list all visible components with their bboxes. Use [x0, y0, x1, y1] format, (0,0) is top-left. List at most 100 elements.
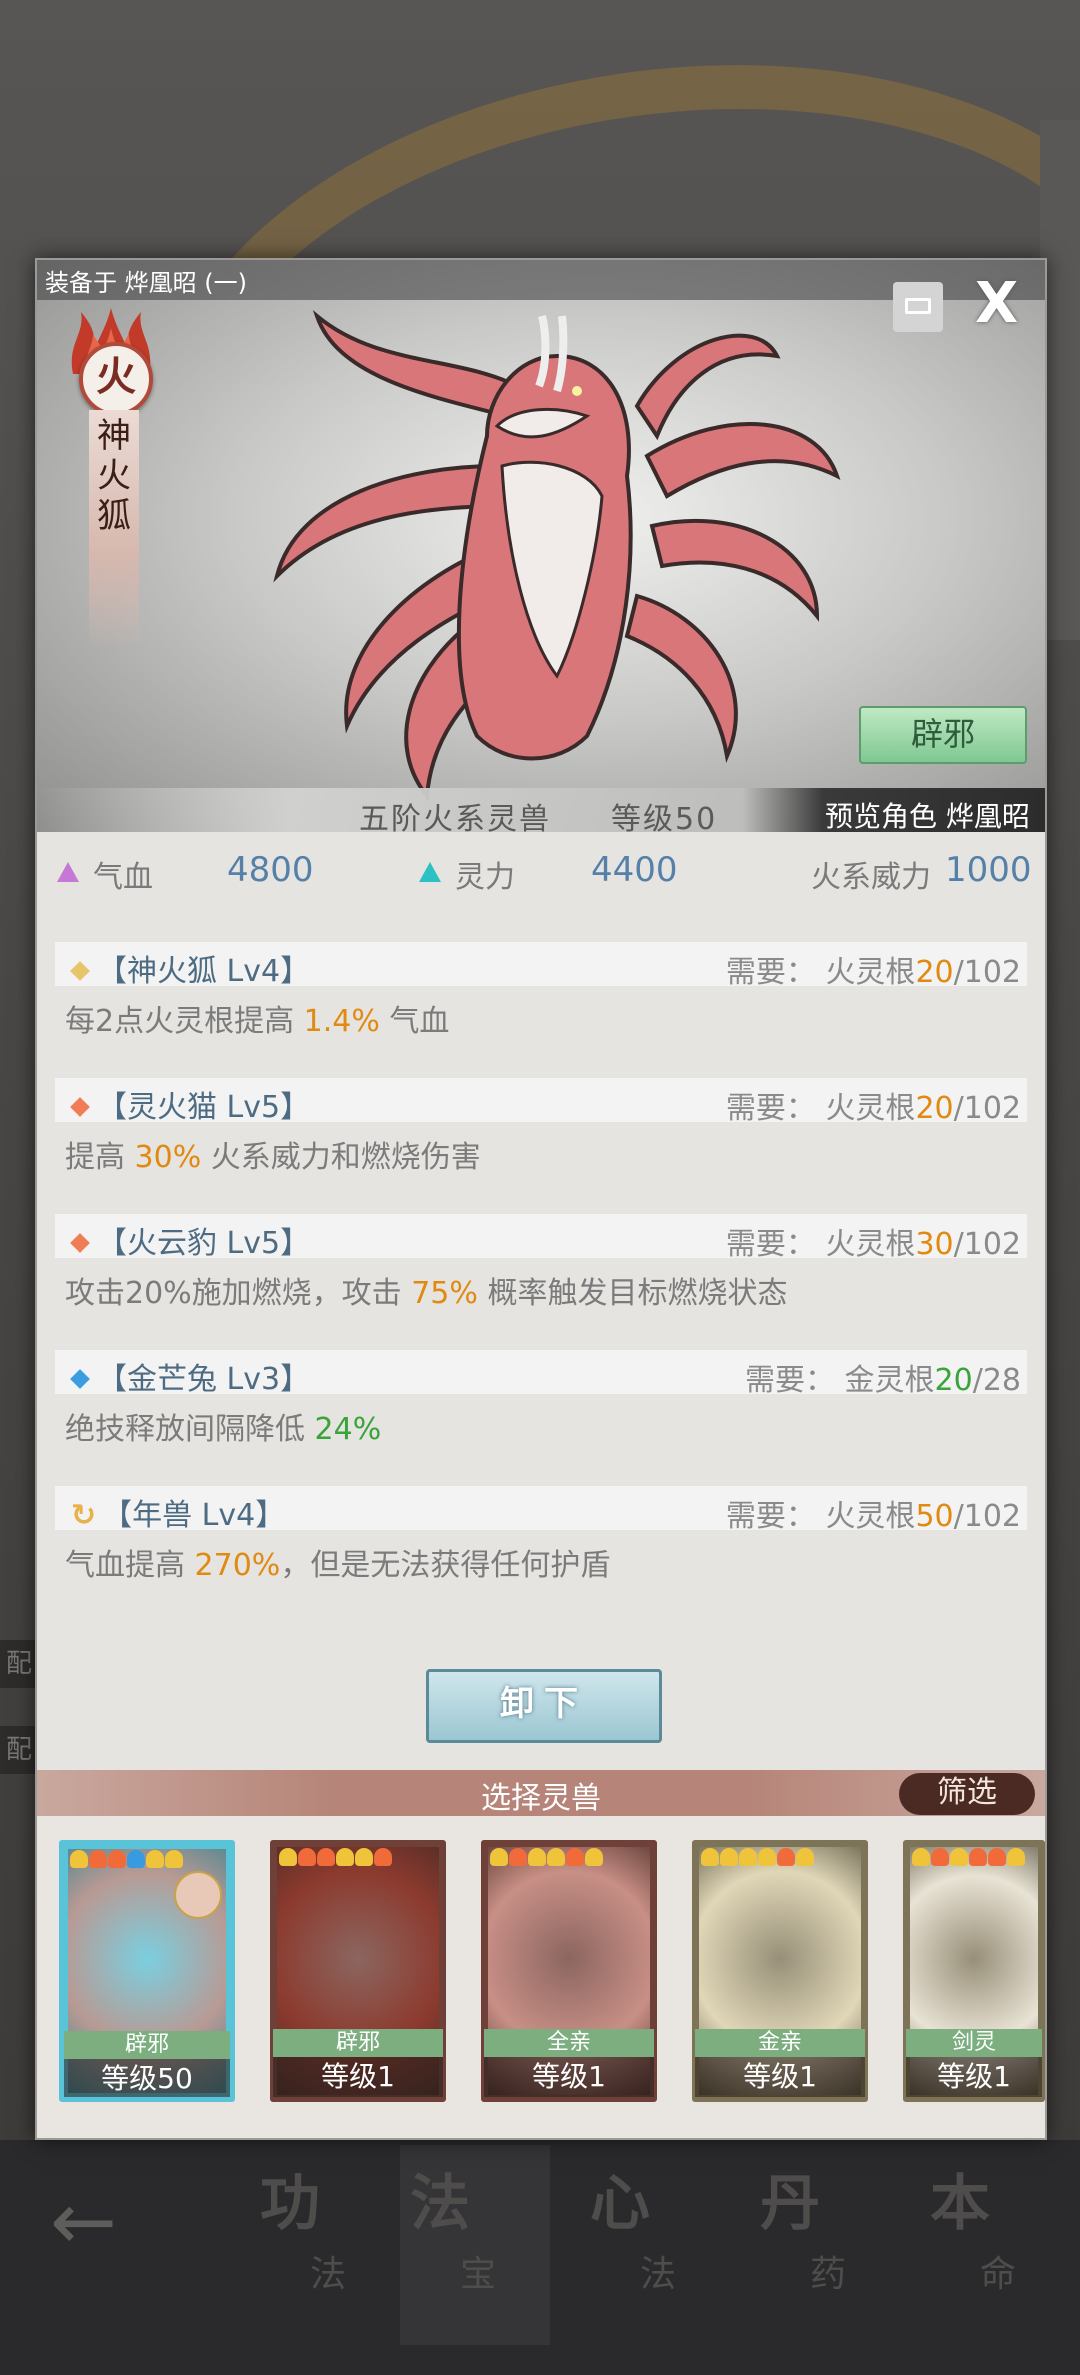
desc-highlight: 1.4%: [303, 1004, 380, 1039]
paw-star-icon: [279, 1848, 297, 1866]
back-arrow-icon[interactable]: ←: [50, 2175, 117, 2268]
req-need: /102: [953, 1227, 1021, 1262]
req-label: 需要：: [725, 1499, 816, 1534]
lock-button[interactable]: [893, 282, 943, 332]
nav-tab-fabao[interactable]: 法 宝: [400, 2145, 550, 2345]
skill-description: 攻击20%施加燃烧，攻击 75% 概率触发目标燃烧状态: [65, 1268, 787, 1312]
req-have: 20: [915, 1091, 954, 1126]
nav-tab-small: 法: [640, 2254, 677, 2295]
fire-power-value: 1000: [945, 850, 1032, 890]
paw-star-icon: [988, 1848, 1006, 1866]
beast-card-level: 等级1: [906, 2057, 1042, 2097]
nav-tab-small: 药: [810, 2254, 847, 2295]
req-have: 20: [915, 955, 954, 990]
star-rating: [912, 1847, 1026, 1871]
select-beast-title: 选择灵兽: [481, 1781, 601, 1816]
paw-star-icon: [317, 1848, 335, 1866]
skill-header: 【灵火猫 Lv5】 需要： 火灵根20/102: [55, 1078, 1027, 1126]
bixie-button[interactable]: 辟邪: [859, 706, 1027, 764]
hp-triangle-icon: [57, 862, 79, 882]
unequip-button[interactable]: 卸下: [426, 1669, 662, 1743]
req-need: /28: [972, 1363, 1021, 1398]
close-icon[interactable]: X: [975, 274, 1018, 334]
desc-pre: 气血提高: [65, 1548, 195, 1583]
paw-star-icon: [758, 1848, 776, 1866]
paw-star-icon: [912, 1848, 930, 1866]
background-strip-1: 配: [0, 1640, 38, 1688]
element-badge: 火: [79, 342, 153, 416]
beast-card-tag: 全亲: [484, 2029, 654, 2057]
beast-card[interactable]: 辟邪 等级50: [59, 1840, 235, 2102]
paw-star-icon: [777, 1848, 795, 1866]
diamond-icon: [70, 1233, 90, 1253]
desc-pre: 每2点火灵根提高: [65, 1004, 304, 1039]
skill-title: ↻ 【年兽 Lv4】: [65, 1490, 285, 1534]
skill-header: 【金芒兔 Lv3】 需要： 金灵根20/28: [55, 1350, 1027, 1398]
nav-tab-xinfa[interactable]: 心 法: [580, 2145, 730, 2345]
nav-tab-small: 宝: [460, 2254, 497, 2295]
nav-tab-big: 功: [260, 2169, 320, 2239]
req-have: 20: [934, 1363, 973, 1398]
beast-card-level: 等级1: [273, 2057, 443, 2097]
beast-card-tag: 辟邪: [273, 2029, 443, 2057]
skill-title-text: 【金芒兔 Lv3】: [97, 1362, 311, 1397]
skill-description: 提高 30% 火系威力和燃烧伤害: [65, 1132, 481, 1176]
fire-power-label: 火系威力: [811, 860, 931, 895]
req-need: /102: [953, 955, 1021, 990]
mana-triangle-icon: [419, 862, 441, 882]
req-root: 火灵根: [825, 955, 916, 990]
stats-row: 气血 4800 灵力 4400 火系威力 1000: [37, 832, 1045, 912]
desc-pre: 攻击20%施加燃烧，攻击: [65, 1276, 412, 1311]
req-label: 需要：: [725, 1227, 816, 1262]
skill-header: 【神火狐 Lv4】 需要： 火灵根20/102: [55, 942, 1027, 990]
diamond-icon: [70, 1369, 90, 1389]
paw-star-icon: [969, 1848, 987, 1866]
filter-button[interactable]: 筛选: [899, 1773, 1035, 1815]
preview-character[interactable]: 预览角色 烨凰昭: [825, 795, 1030, 835]
paw-star-icon: [108, 1850, 126, 1868]
beast-card[interactable]: 剑灵 等级1: [903, 1840, 1045, 2102]
skill-title: 【火云豹 Lv5】: [65, 1218, 310, 1262]
skill-title-text: 【灵火猫 Lv5】: [97, 1090, 311, 1125]
paw-star-icon: [566, 1848, 584, 1866]
nav-tab-big: 本: [930, 2169, 990, 2239]
req-need: /102: [953, 1091, 1021, 1126]
req-label: 需要：: [725, 1091, 816, 1126]
req-root: 火灵根: [825, 1499, 916, 1534]
character-avatar: [174, 1871, 222, 1919]
nav-tab-benming[interactable]: 本 命: [920, 2145, 1070, 2345]
req-label: 需要：: [725, 955, 816, 990]
skill-title-text: 【火云豹 Lv5】: [97, 1226, 311, 1261]
beast-card[interactable]: 金亲 等级1: [692, 1840, 868, 2102]
nav-tab-gongfa[interactable]: 功 法: [250, 2145, 400, 2345]
beast-card[interactable]: 辟邪 等级1: [270, 1840, 446, 2102]
paw-star-icon: [336, 1848, 354, 1866]
skill-requirement: 需要： 火灵根50/102: [726, 1491, 1021, 1535]
paw-star-icon: [720, 1848, 738, 1866]
paw-star-icon: [89, 1850, 107, 1868]
desc-post: 概率触发目标燃烧状态: [477, 1276, 788, 1311]
nav-tab-big: 丹: [760, 2169, 820, 2239]
beast-header: 装备于 烨凰昭 (一) X 火 神火狐 辟邪 五阶火系灵兽 等级50 预览角色 …: [37, 260, 1045, 837]
skill-title: 【灵火猫 Lv5】: [65, 1082, 310, 1126]
skill-title-text: 【年兽 Lv4】: [102, 1498, 286, 1533]
beast-card-tag: 金亲: [695, 2029, 865, 2057]
beast-card[interactable]: 全亲 等级1: [481, 1840, 657, 2102]
paw-star-icon: [931, 1848, 949, 1866]
paw-star-icon: [374, 1848, 392, 1866]
nine-tailed-fox-illustration: [273, 309, 841, 802]
skill-header: ↻ 【年兽 Lv4】 需要： 火灵根50/102: [55, 1486, 1027, 1534]
equipped-to-label: 装备于 烨凰昭 (一): [45, 269, 247, 297]
star-rating: [279, 1847, 393, 1871]
hp-label: 气血: [93, 860, 153, 895]
skill-title: 【金芒兔 Lv3】: [65, 1354, 310, 1398]
desc-post: 气血: [379, 1004, 450, 1039]
paw-star-icon: [146, 1850, 164, 1868]
diamond-icon: [70, 961, 90, 981]
skill-requirement: 需要： 火灵根20/102: [726, 947, 1021, 991]
paw-star-icon: [298, 1848, 316, 1866]
paw-star-icon: [796, 1848, 814, 1866]
req-label: 需要：: [744, 1363, 835, 1398]
nav-tab-danyao[interactable]: 丹 药: [750, 2145, 900, 2345]
beast-card-level: 等级50: [64, 2059, 230, 2097]
